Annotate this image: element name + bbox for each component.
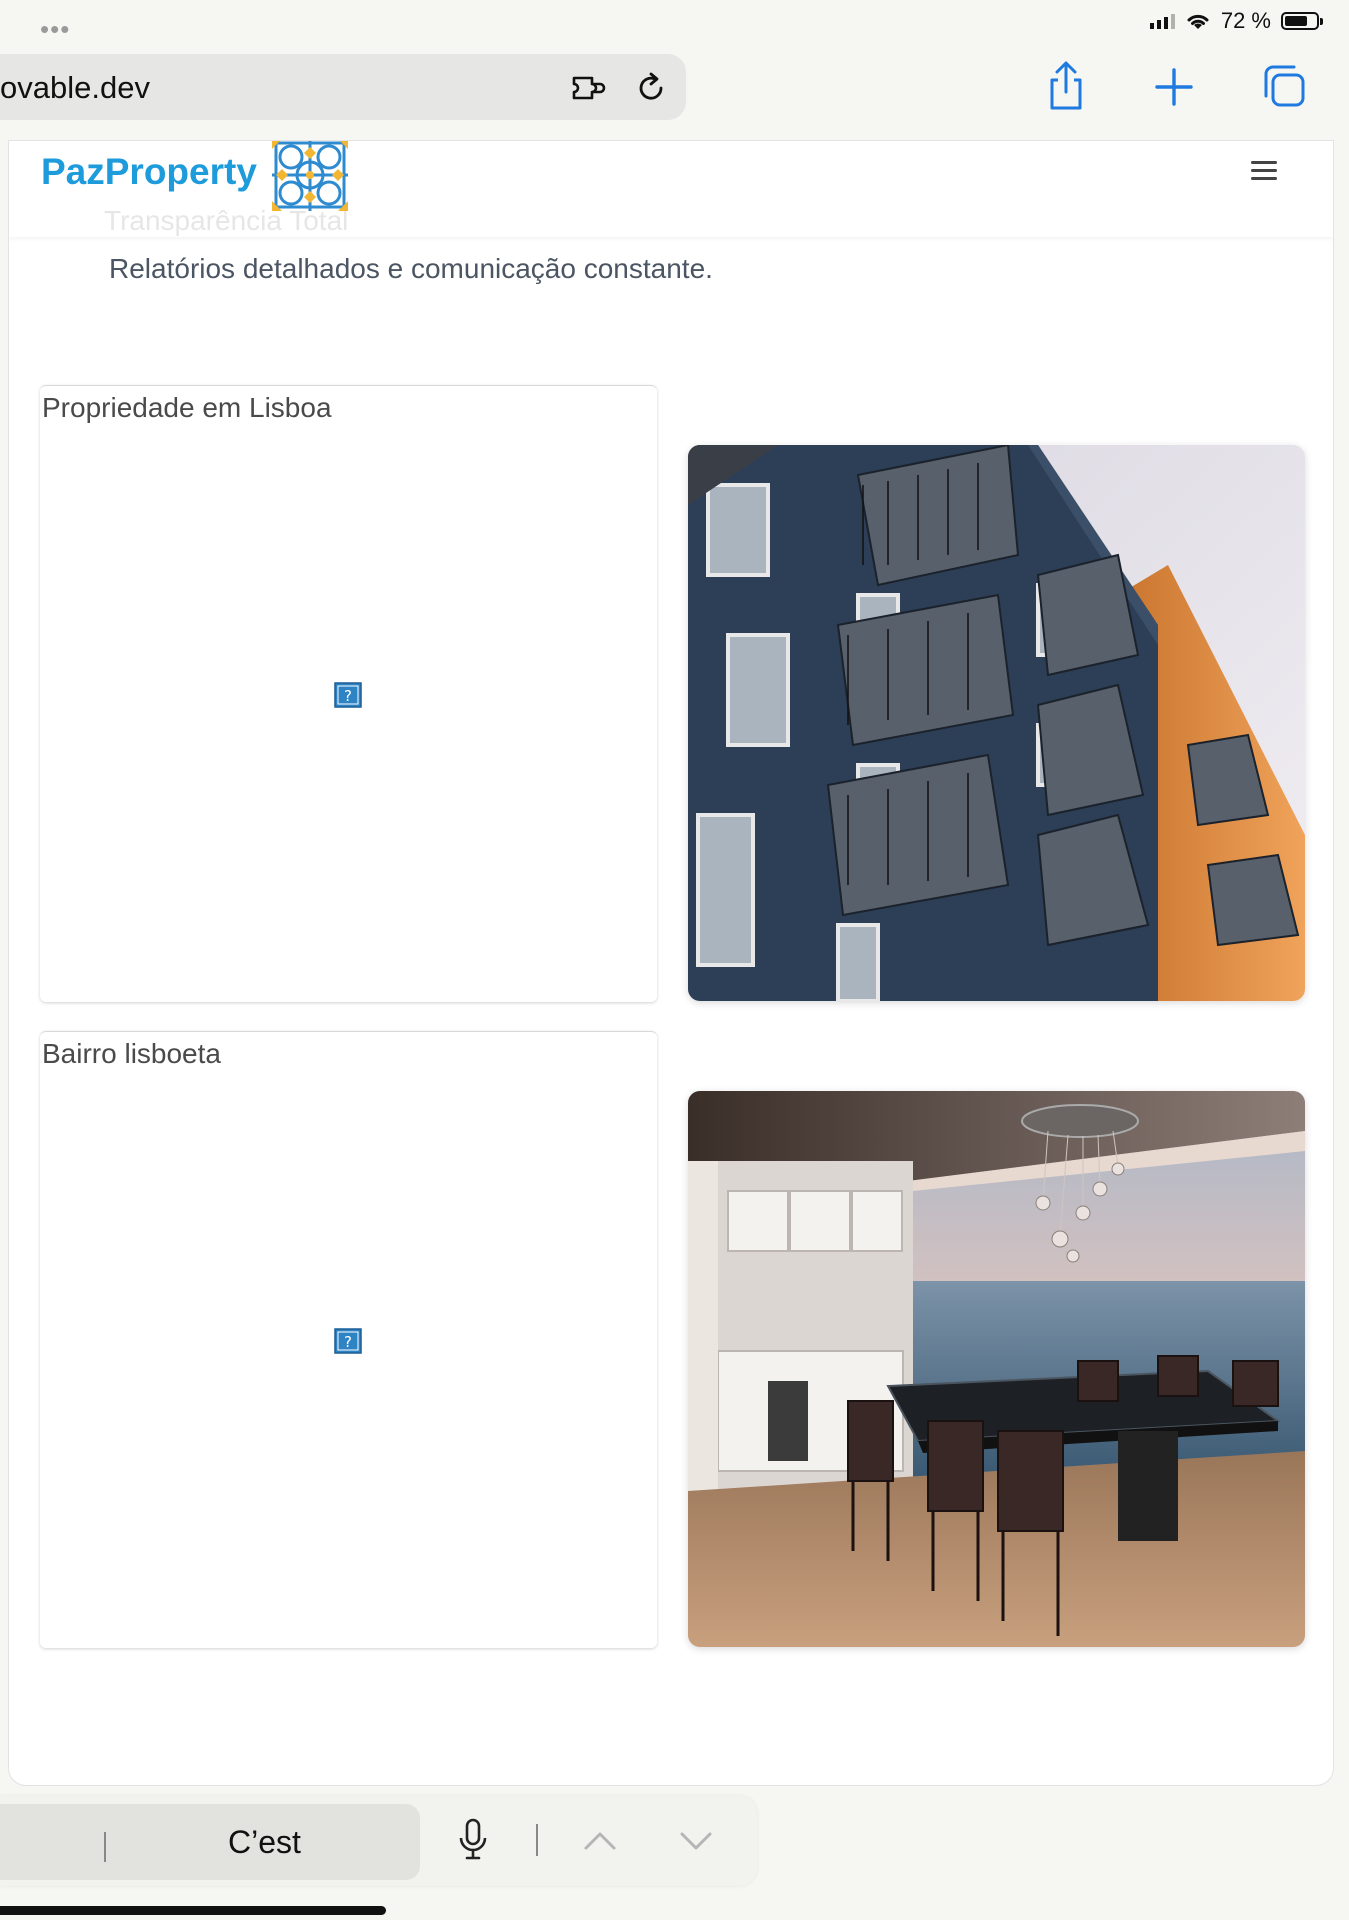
image-alt-text: Bairro lisboeta <box>42 1038 221 1069</box>
cellular-signal-icon <box>1149 13 1175 29</box>
find-divider <box>536 1824 538 1856</box>
home-indicator <box>0 1906 386 1915</box>
dining-room-photo <box>688 1091 1305 1647</box>
find-input[interactable]: C’est <box>0 1804 420 1880</box>
status-bar: ••• 72 % <box>0 0 1349 44</box>
reload-icon[interactable] <box>633 70 669 106</box>
battery-percent: 72 % <box>1220 8 1271 33</box>
broken-image-card: Bairro lisboeta ? <box>40 1031 657 1648</box>
svg-text:?: ? <box>344 687 352 705</box>
broken-image-icon: ? <box>334 682 362 708</box>
url-text[interactable]: ovable.dev <box>0 70 150 106</box>
apartment-building-photo <box>688 445 1305 1001</box>
microphone-icon[interactable] <box>458 1818 488 1862</box>
hamburger-menu-icon[interactable] <box>1251 161 1277 181</box>
find-query[interactable]: C’est <box>228 1824 301 1861</box>
chevron-up-icon[interactable] <box>580 1822 620 1858</box>
broken-image-card: Propriedade em Lisboa ? <box>40 385 657 1002</box>
dining-room-image <box>688 1091 1305 1647</box>
reader-extension-icon[interactable] <box>570 70 606 106</box>
svg-text:?: ? <box>344 1333 352 1351</box>
feature-description: Relatórios detalhados e comunicação cons… <box>109 253 713 284</box>
address-bar[interactable]: ovable.dev <box>0 54 686 120</box>
azulejo-logo-icon[interactable] <box>272 140 348 211</box>
share-icon[interactable] <box>1042 60 1090 112</box>
new-tab-icon[interactable] <box>1150 60 1198 112</box>
webpage: Transparência Total PazProperty Relatóri… <box>8 140 1334 1786</box>
broken-image-icon: ? <box>334 1328 362 1354</box>
site-header: Transparência Total PazProperty <box>9 141 1333 237</box>
tabs-overview-icon[interactable] <box>1260 60 1308 112</box>
image-alt-text: Propriedade em Lisboa <box>42 392 332 423</box>
text-cursor <box>104 1832 106 1862</box>
status-right: 72 % <box>1149 8 1323 34</box>
logo-text[interactable]: PazProperty <box>41 151 257 193</box>
multitask-dots-icon[interactable]: ••• <box>40 14 70 45</box>
wifi-icon <box>1187 14 1209 29</box>
find-on-page-bar: C’est <box>0 1796 757 1886</box>
battery-icon <box>1281 12 1323 30</box>
battery-level <box>1285 16 1307 26</box>
apartment-building-image <box>688 445 1305 1001</box>
chevron-down-icon[interactable] <box>676 1822 716 1858</box>
